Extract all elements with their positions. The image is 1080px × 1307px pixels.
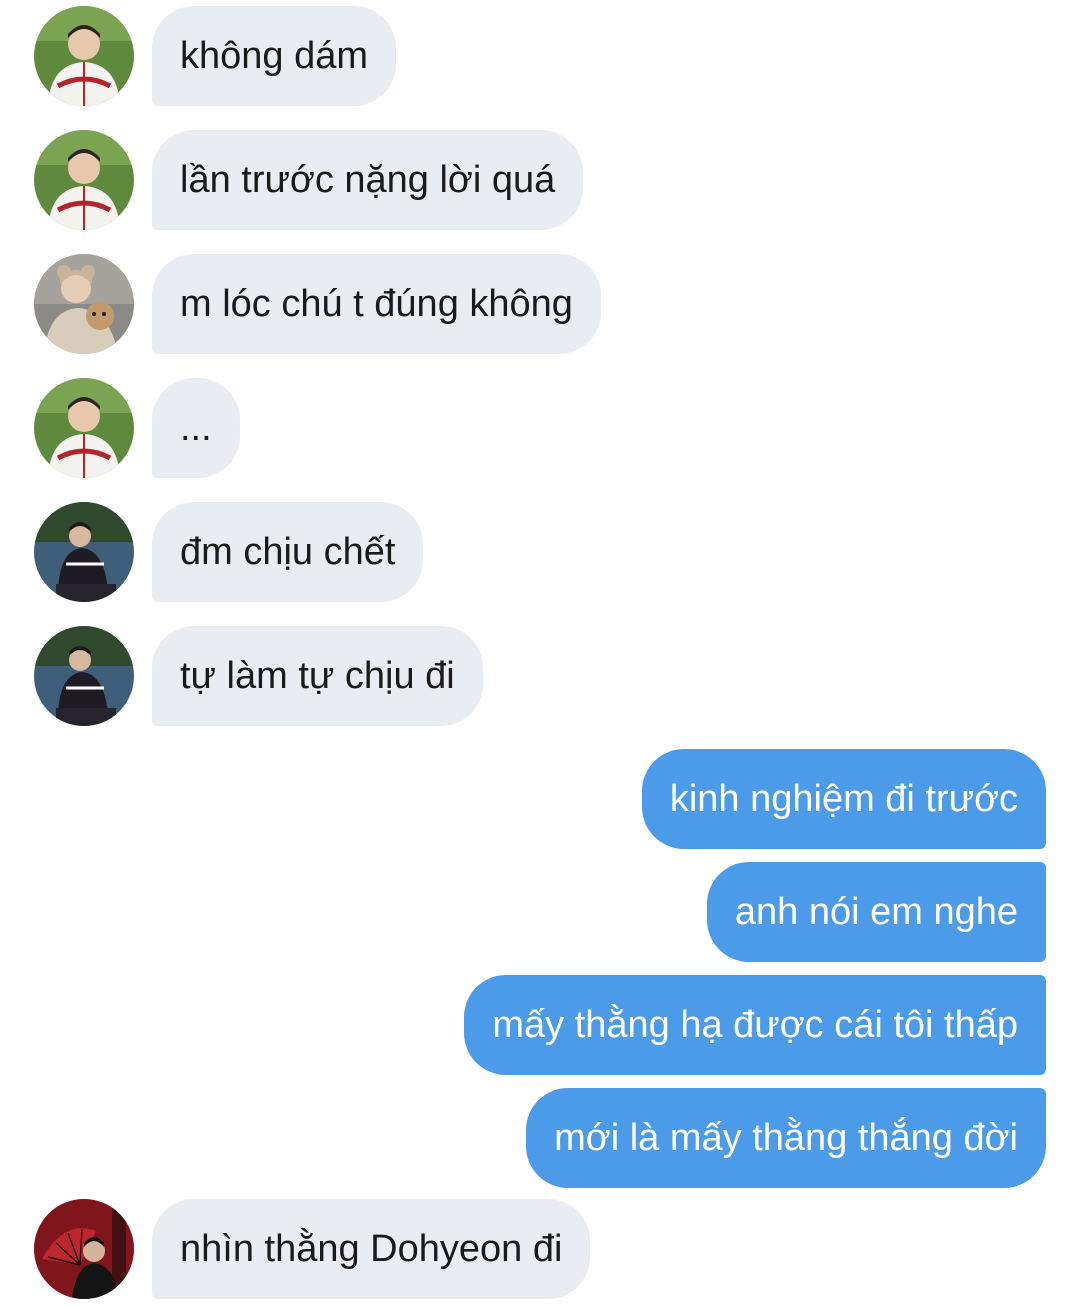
person-avatar-icon: [34, 130, 134, 230]
message-bubble[interactable]: m lóc chú t đúng không: [152, 254, 601, 354]
message-bubble[interactable]: tự làm tự chịu đi: [152, 626, 483, 726]
person-avatar-icon: [34, 6, 134, 106]
message-bubble[interactable]: kinh nghiệm đi trước: [641, 749, 1046, 849]
message-bubble[interactable]: đm chịu chết: [152, 502, 424, 602]
avatar-dark-jersey[interactable]: [34, 626, 134, 726]
message-text: tự làm tự chịu đi: [180, 654, 455, 697]
message-text: lần trước nặng lời quá: [180, 158, 556, 201]
message-text: kinh nghiệm đi trước: [669, 777, 1018, 820]
avatar-red-fan[interactable]: [34, 1199, 134, 1299]
message-bubble[interactable]: anh nói em nghe: [706, 862, 1046, 962]
message-bubble[interactable]: mới là mấy thằng thắng đời: [526, 1088, 1046, 1188]
person-with-fan-avatar-icon: [34, 1199, 134, 1299]
message-bubble[interactable]: mấy thằng hạ được cái tôi thấp: [464, 975, 1046, 1075]
message-text: nhìn thằng Dohyeon đi: [180, 1227, 563, 1270]
avatar-dark-jersey[interactable]: [34, 502, 134, 602]
message-text: ...: [180, 406, 212, 449]
person-avatar-icon: [34, 502, 134, 602]
chat-screen: { "messages": [ {"side": "incoming", "av…: [0, 0, 1080, 1307]
person-with-dog-avatar-icon: [34, 254, 134, 354]
message-text: mấy thằng hạ được cái tôi thấp: [492, 1003, 1018, 1046]
message-text: không dám: [180, 34, 369, 77]
message-bubble[interactable]: lần trước nặng lời quá: [152, 130, 584, 230]
avatar-baseball-jersey[interactable]: [34, 6, 134, 106]
person-avatar-icon: [34, 626, 134, 726]
avatar-baseball-jersey[interactable]: [34, 130, 134, 230]
avatar-bear-hat[interactable]: [34, 254, 134, 354]
avatar-baseball-jersey[interactable]: [34, 378, 134, 478]
message-text: đm chịu chết: [180, 530, 396, 573]
message-text: anh nói em nghe: [734, 890, 1018, 933]
message-text: mới là mấy thằng thắng đời: [554, 1116, 1018, 1159]
message-bubble[interactable]: ...: [152, 378, 240, 478]
message-bubble[interactable]: nhìn thằng Dohyeon đi: [152, 1199, 591, 1299]
message-bubble[interactable]: không dám: [152, 6, 397, 106]
person-avatar-icon: [34, 378, 134, 478]
message-text: m lóc chú t đúng không: [180, 282, 573, 325]
